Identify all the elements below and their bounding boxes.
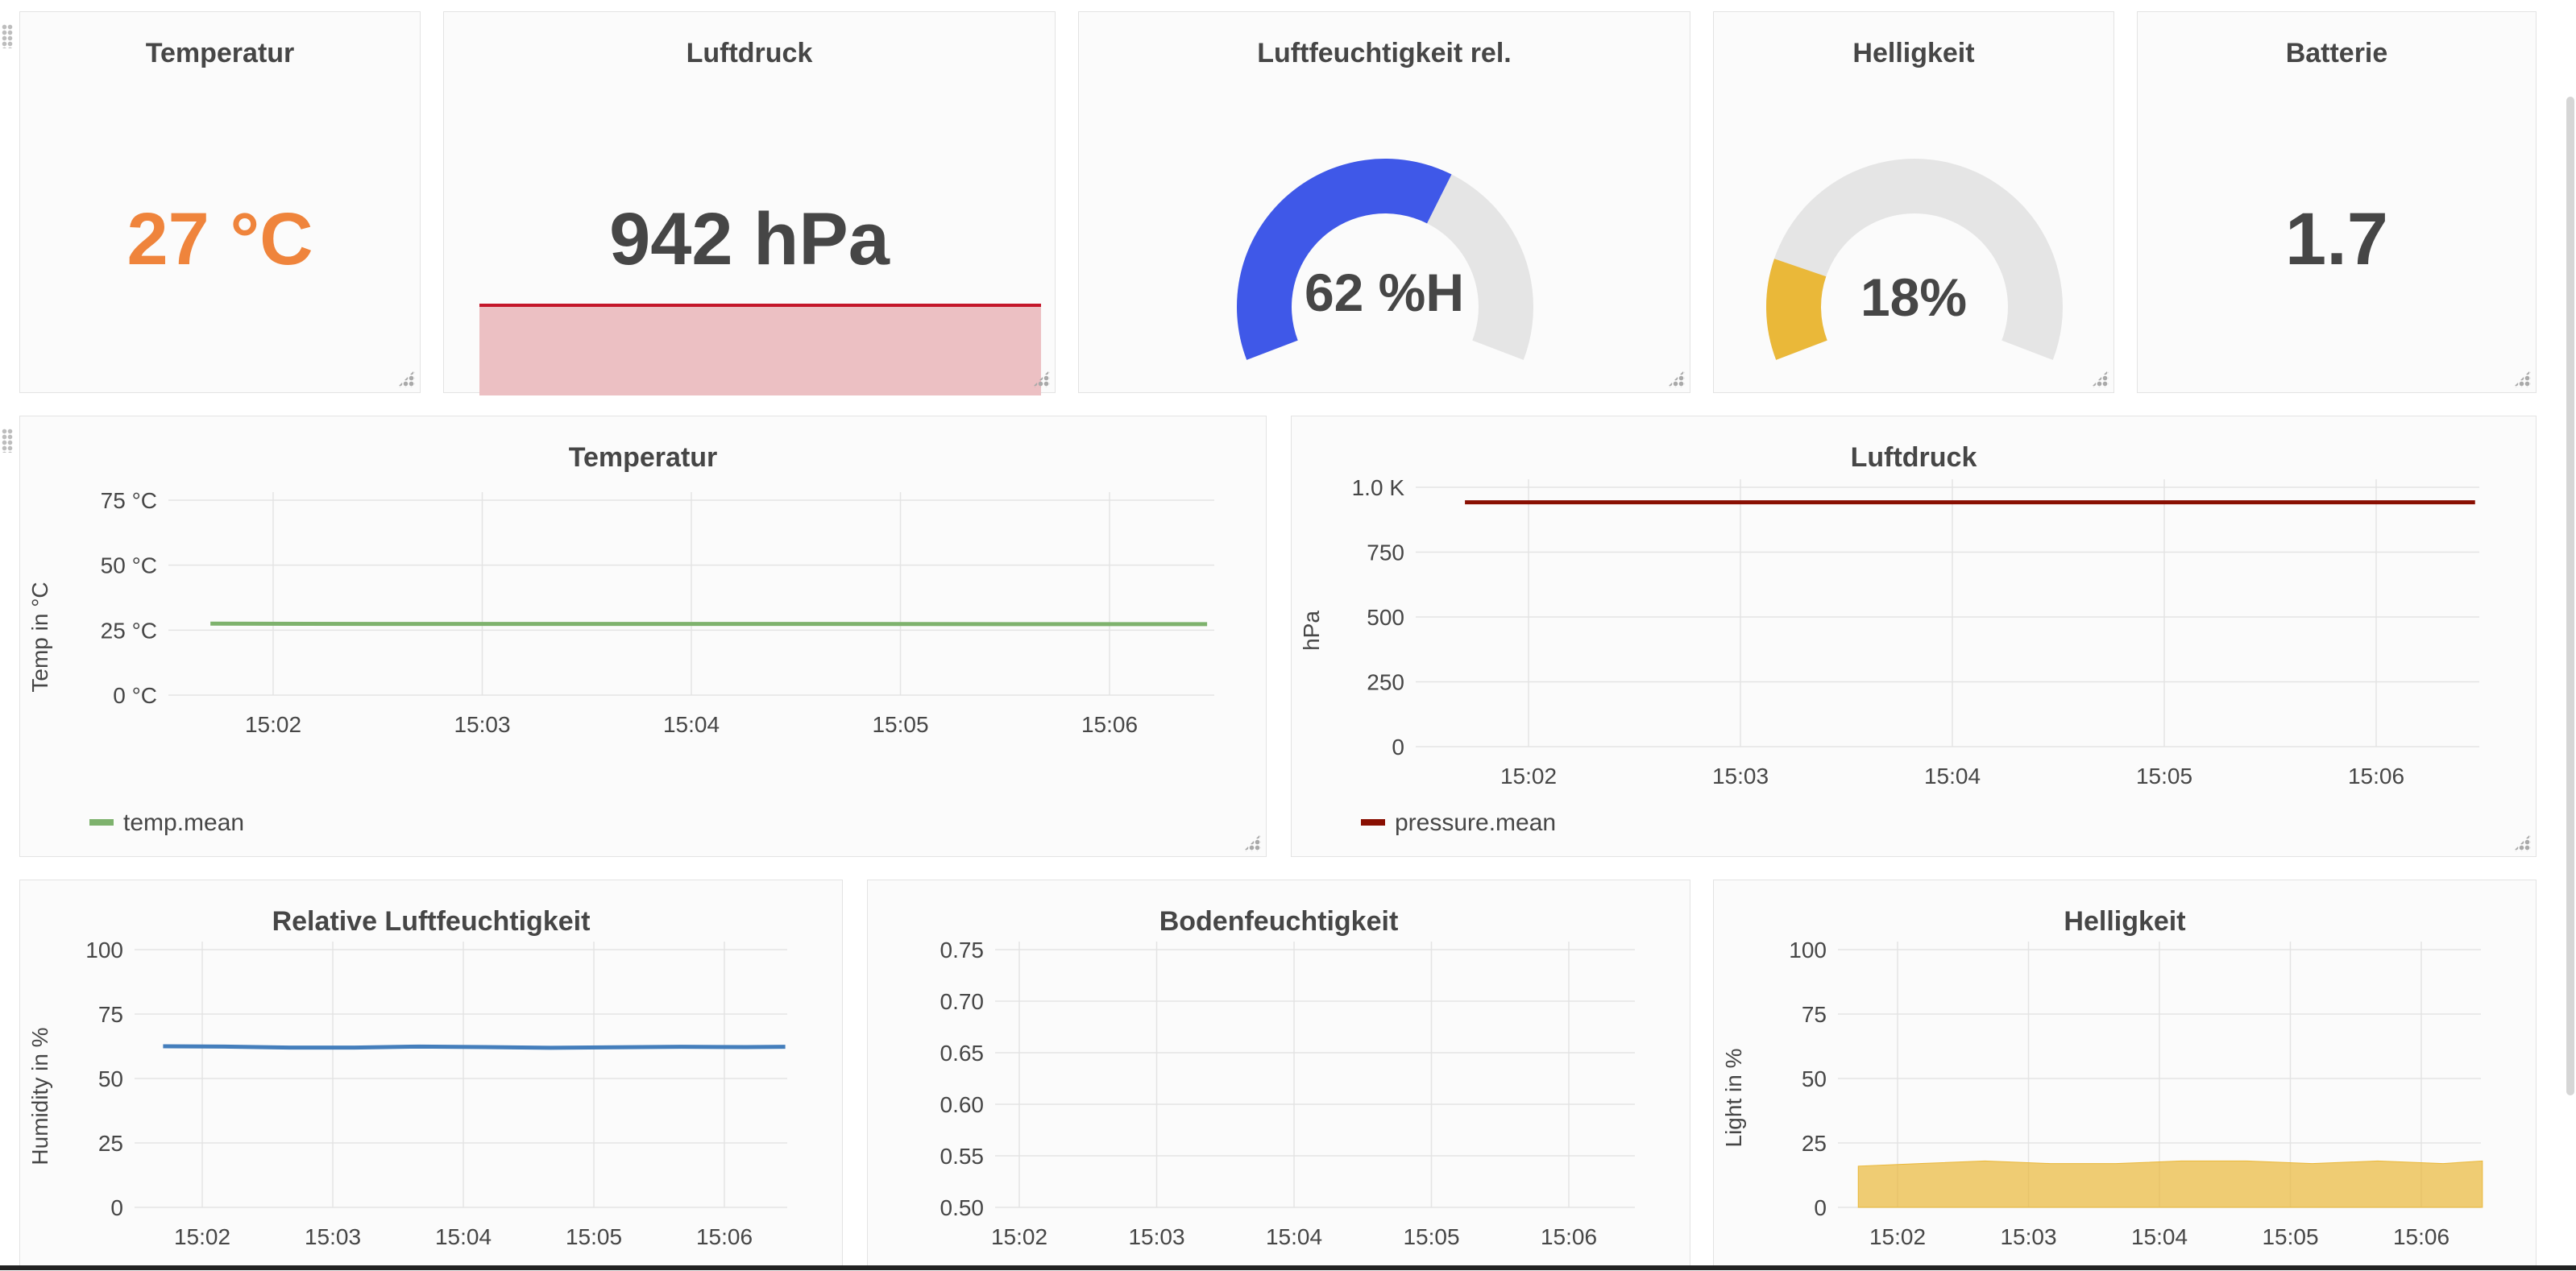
x-tick-label: 15:05	[2136, 764, 2192, 789]
x-tick-label: 15:02	[1869, 1224, 1926, 1249]
legend-label[interactable]: temp.mean	[123, 809, 244, 836]
y-tick-label: 0.70	[940, 989, 985, 1014]
pressure-value: 942 hPa	[609, 198, 890, 280]
x-tick-label: 15:05	[872, 712, 928, 737]
legend-label[interactable]: pressure.mean	[1395, 809, 1556, 836]
y-tick-label: 25	[98, 1131, 123, 1156]
x-tick-label: 15:03	[305, 1224, 361, 1249]
x-tick-label: 15:02	[174, 1224, 230, 1249]
panel-title[interactable]: Batterie	[2138, 38, 2536, 69]
row-drag-handle[interactable]	[2, 24, 13, 48]
x-tick-label: 15:02	[245, 712, 301, 737]
y-axis-label: hPa	[1299, 611, 1324, 651]
y-tick-label: 500	[1367, 605, 1404, 630]
panel-temperature-stat: Temperatur 27 °C	[19, 11, 421, 393]
pressure-chart: hPa pressure.mean 15:02 15:03 15:04 15:05 15…	[1299, 475, 2479, 836]
y-tick-label: 100	[1789, 938, 1827, 963]
panel-brightness-gauge: Helligkeit 18%	[1713, 11, 2114, 393]
brightness-gauge	[1766, 159, 2063, 360]
panel-pressure-graph: Luftdruck hPa pressure.mean 15:02 15:03 15…	[1291, 416, 2537, 857]
temperature-value: 27 °C	[127, 198, 313, 280]
series-line	[210, 621, 1208, 627]
y-tick-label: 75	[1802, 1002, 1827, 1027]
legend-swatch	[1361, 819, 1385, 826]
x-tick-label: 15:06	[1541, 1224, 1597, 1249]
panel-temperature-graph: Temperatur Temp in °C temp.mean 15:02 15:…	[19, 416, 1267, 857]
panel-title[interactable]: Temperatur	[20, 38, 420, 69]
y-axis-label: Humidity in %	[27, 1027, 52, 1165]
humidity-gauge	[1237, 159, 1533, 360]
row-drag-handle[interactable]	[2, 428, 13, 453]
y-tick-label: 0	[1392, 735, 1404, 760]
y-tick-label: 75 °C	[101, 488, 157, 513]
x-tick-label: 15:04	[435, 1224, 492, 1249]
x-tick-label: 15:02	[1500, 764, 1557, 789]
x-tick-label: 15:04	[2131, 1224, 2188, 1249]
bottom-edge	[0, 1265, 2576, 1270]
y-axis-label: Temp in °C	[27, 582, 52, 692]
series-line	[163, 1044, 786, 1050]
x-tick-label: 15:05	[2262, 1224, 2318, 1249]
y-tick-label: 50	[98, 1066, 123, 1091]
pressure-sparkline	[479, 304, 1041, 395]
y-tick-label: 50	[1802, 1066, 1827, 1091]
y-tick-label: 0.65	[940, 1041, 985, 1066]
resize-handle[interactable]	[397, 370, 415, 387]
y-axis-label: Light in %	[1721, 1049, 1746, 1148]
x-tick-label: 15:03	[454, 712, 510, 737]
x-tick-label: 15:05	[566, 1224, 622, 1249]
y-tick-label: 0 °C	[113, 683, 157, 708]
y-tick-label: 0.60	[940, 1092, 985, 1117]
light-chart: Light in % 15:02 15:03 15:04 15:05 15:06 100 7…	[1721, 938, 2483, 1249]
resize-handle[interactable]	[2513, 370, 2531, 387]
soil-moisture-chart: 15:02 15:03 15:04 15:05 15:06 0.75 0.70 0.65 0.6…	[940, 938, 1635, 1249]
y-tick-label: 250	[1367, 670, 1404, 695]
gauge-fill	[1237, 159, 1452, 360]
x-tick-label: 15:03	[1712, 764, 1769, 789]
x-tick-label: 15:06	[1081, 712, 1138, 737]
y-tick-label: 1.0 K	[1352, 475, 1405, 500]
page-scrollbar[interactable]	[2566, 97, 2574, 1095]
y-tick-label: 0	[110, 1195, 123, 1220]
temperature-chart: Temp in °C temp.mean 15:02 15:03 15:04 15:0…	[27, 488, 1214, 836]
panel-title[interactable]: Luftdruck	[444, 38, 1055, 69]
y-tick-label: 0	[1814, 1195, 1827, 1220]
x-tick-label: 15:02	[991, 1224, 1047, 1249]
x-tick-label: 15:06	[2348, 764, 2404, 789]
y-tick-label: 0.55	[940, 1144, 985, 1169]
y-tick-label: 0.75	[940, 938, 985, 963]
battery-value: 1.7	[2285, 198, 2388, 280]
x-tick-label: 15:06	[696, 1224, 753, 1249]
y-tick-label: 100	[85, 938, 123, 963]
panel-light-graph: Helligkeit Light in % 15:02 15:03 15:04 15:…	[1713, 880, 2537, 1270]
y-tick-label: 25 °C	[101, 618, 157, 643]
humidity-value: 62 %H	[1304, 263, 1465, 322]
series-area	[1857, 1160, 2483, 1208]
y-tick-label: 25	[1802, 1131, 1827, 1156]
panel-battery-stat: Batterie 1.7	[2137, 11, 2537, 393]
y-tick-label: 50 °C	[101, 553, 157, 578]
x-tick-label: 15:04	[1266, 1224, 1322, 1249]
x-tick-label: 15:04	[1924, 764, 1981, 789]
panel-pressure-stat: Luftdruck 942 hPa	[443, 11, 1056, 395]
humidity-chart: Humidity in % 15:02 15:03 15:04 15:05 15:06 1…	[27, 938, 787, 1249]
x-tick-label: 15:06	[2393, 1224, 2449, 1249]
panel-soil-graph: Bodenfeuchtigkeit 15:02 15:03 15:04 15:05 15…	[867, 880, 1690, 1270]
x-tick-label: 15:04	[663, 712, 720, 737]
x-tick-label: 15:03	[1128, 1224, 1184, 1249]
x-tick-label: 15:05	[1403, 1224, 1459, 1249]
y-tick-label: 0.50	[940, 1195, 985, 1220]
y-tick-label: 750	[1367, 540, 1404, 565]
x-tick-label: 15:03	[2000, 1224, 2056, 1249]
brightness-value: 18%	[1860, 267, 1968, 327]
legend-swatch	[89, 819, 114, 826]
panel-humidity-gauge: Luftfeuchtigkeit rel. 62 %H	[1078, 11, 1690, 393]
y-tick-label: 75	[98, 1002, 123, 1027]
panel-humidity-graph: Relative Luftfeuchtigkeit Humidity in % …	[19, 880, 843, 1270]
